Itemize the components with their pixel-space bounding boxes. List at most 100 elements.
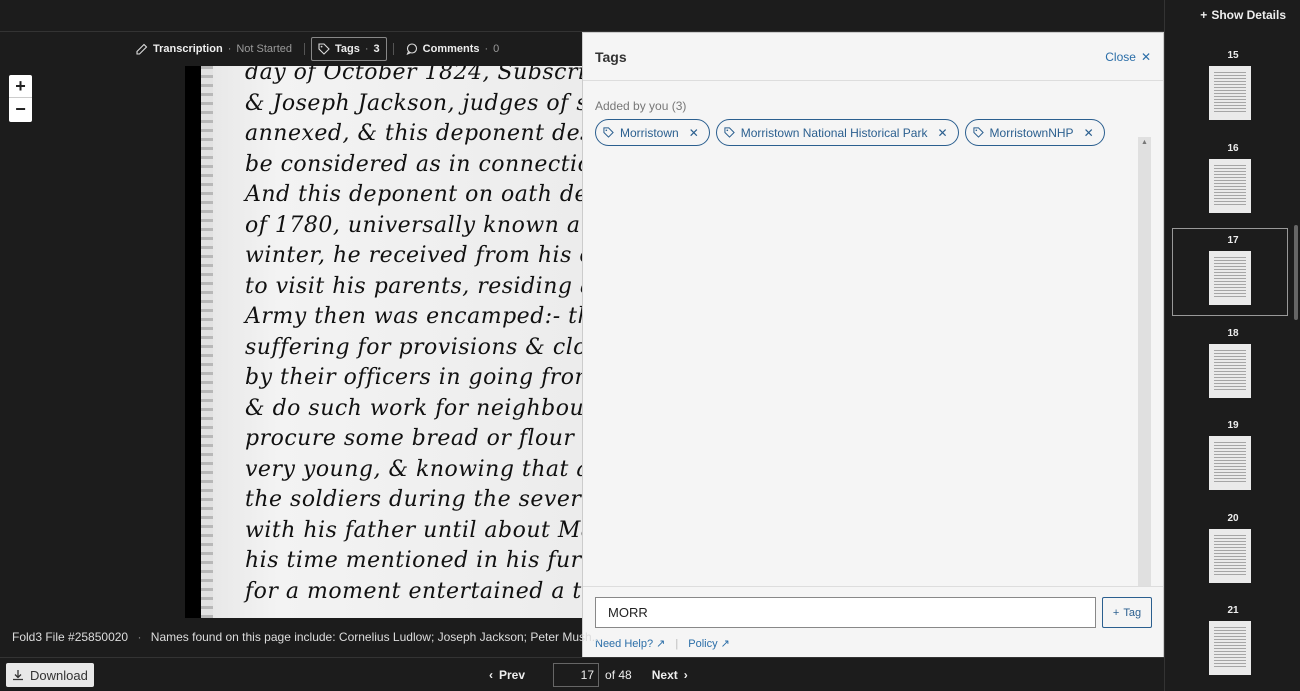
handwriting-line: & do such work for neighbouring [245,395,585,421]
tag-list: Morristown ✕ Morristown National Histori… [595,119,1105,146]
close-label: Close [1105,49,1136,64]
remove-tag-icon[interactable]: ✕ [1084,126,1094,140]
thumbnail-page-image [1214,534,1246,577]
tag-chip-label: Morristown [620,125,679,140]
handwriting-line: for a moment entertained a thou [245,578,585,604]
next-button[interactable]: Next › [648,668,692,682]
tags-panel: Tags Close ✕ Added by you (3) Morristown… [582,32,1164,658]
handwriting-line: winter, he received from his co [245,243,585,268]
zoom-out-button[interactable]: − [9,98,32,121]
link-divider: | [675,637,679,650]
tag-icon [972,127,984,138]
tags-count: 3 [373,43,380,55]
zoom-in-button[interactable]: + [9,75,32,98]
handwriting-line: day of October 1824, Subscribe [245,66,585,85]
thumbnail-page-image [1214,349,1246,392]
page-thumbnail[interactable] [1209,66,1251,120]
tag-chip[interactable]: MorristownNHP ✕ [964,119,1105,146]
thumbnail-page-image [1214,164,1246,207]
comments-tab[interactable]: Comments · 0 [400,37,506,61]
thumbnail-panel: + Show Details 15 16 17 18 19 20 21 [1164,0,1300,691]
download-label: Download [30,667,88,683]
page-caption: Fold3 File #25850020 · Names found on th… [12,630,602,644]
top-bar [0,0,1164,32]
prev-button[interactable]: ‹ Prev [485,668,529,682]
help-links: Need Help? ↗ | Policy ↗ [595,637,730,651]
thumbnail-number: 19 [1227,420,1239,431]
tags-panel-footer: + Tag Need Help? ↗ | Policy ↗ [583,586,1163,658]
close-button[interactable]: Close ✕ [1105,50,1151,64]
tags-tab[interactable]: Tags · 3 [311,37,387,61]
comment-icon [406,43,417,55]
tag-chip[interactable]: Morristown National Historical Park ✕ [715,119,959,146]
page-number-input[interactable] [553,663,600,687]
tags-panel-header: Tags Close ✕ [583,33,1163,81]
thumbnail-scrollbar[interactable] [1294,225,1298,320]
handwriting-line: his time mentioned in his furlough [245,548,585,573]
transcription-status: Not Started [236,43,292,55]
handwriting-line: Army then was encamped:- th [245,304,585,329]
handwriting-line: the soldiers during the severity of [245,487,585,512]
thumbnail-number: 16 [1227,142,1239,154]
plus-icon: + [1200,8,1208,22]
policy-link[interactable]: Policy ↗ [688,637,730,650]
thumbnail-page-image [1214,72,1246,114]
remove-tag-icon[interactable]: ✕ [937,126,947,140]
external-link-icon: ↗ [656,638,666,650]
added-by-heading: Added by you (3) [595,99,687,113]
handwriting-line: annexed, & this deponent desi [245,121,585,146]
page-thumbnail[interactable] [1209,621,1251,675]
handwriting-line: suffering for provisions & clothing [245,334,585,360]
page-thumbnail[interactable] [1209,528,1251,583]
thumbnail-number: 15 [1227,50,1239,61]
plus-icon: + [1112,606,1120,619]
pager: ‹ Prev of 48 Next › [485,662,692,688]
chevron-left-icon: ‹ [489,668,493,682]
document-image[interactable]: day of October 1824, Subscribe & Joseph J… [185,66,585,618]
pencil-icon [136,43,148,55]
scroll-up-icon[interactable]: ▲ [1141,139,1148,146]
comments-label: Comments [422,43,480,55]
tag-chip-label: Morristown National Historical Park [740,125,928,140]
handwriting-line: with his father until about Ma [245,517,585,543]
document-toolbar: Transcription · Not Started Tags · 3 Com… [130,37,505,61]
handwriting-line: very young, & knowing that a cti [245,456,585,482]
comments-count: 0 [493,43,500,55]
toolbar-divider [304,43,305,55]
file-id: Fold3 File #25850020 [12,630,129,644]
add-tag-button[interactable]: + Tag [1102,597,1152,628]
thumbnail-page-image [1214,257,1246,299]
page-thumbnail[interactable] [1209,343,1251,398]
download-button[interactable]: Download [6,663,94,687]
thumbnail-page-image [1214,627,1246,669]
bottom-bar: Download ‹ Prev of 48 Next › [0,657,1164,691]
page-thumbnail[interactable] [1209,436,1251,490]
chevron-right-icon: › [683,668,688,682]
thumbnail-number: 17 [1227,235,1239,246]
tag-icon [603,127,614,138]
zoom-control: + − [9,75,32,122]
tag-icon [318,43,330,55]
remove-tag-icon[interactable]: ✕ [689,126,699,140]
transcription-label: Transcription [153,43,223,55]
tags-label: Tags [335,43,360,55]
tag-chip[interactable]: Morristown ✕ [595,119,710,146]
page-thumbnail[interactable] [1209,158,1251,213]
need-help-link[interactable]: Need Help? ↗ [595,637,665,650]
show-details-button[interactable]: + Show Details [1200,8,1286,22]
page-thumbnail[interactable] [1209,251,1251,305]
handwriting-line: And this deponent on oath de [245,182,585,207]
tags-panel-title: Tags [595,48,627,65]
handwriting-line: be considered as in connection [245,151,585,177]
add-tag-label: Tag [1123,606,1142,619]
vertical-scrollbar[interactable]: ▲ ▼ [1138,137,1151,615]
transcription-tab[interactable]: Transcription · Not Started [130,37,298,61]
tag-icon [724,127,735,138]
tag-input[interactable] [595,597,1096,628]
handwriting-line: of 1780, universally known amo [245,212,585,238]
close-icon: ✕ [1140,49,1151,64]
toolbar-divider [392,43,394,55]
tag-chip-label: MorristownNHP [989,125,1074,140]
page-total: of 48 [605,668,632,682]
handwriting-line: procure some bread or flour o [245,426,585,451]
